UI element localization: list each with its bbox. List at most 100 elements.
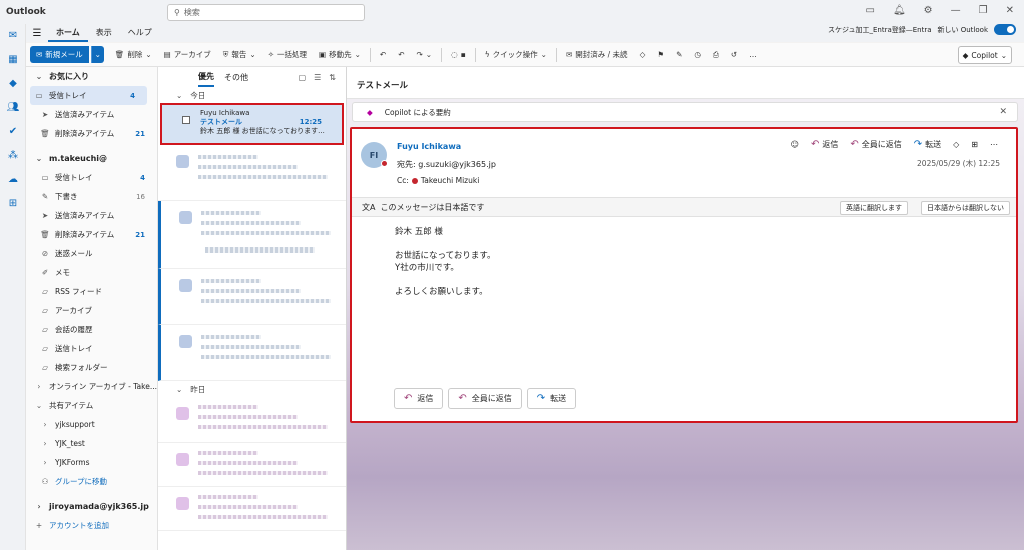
folder-junk[interactable]: ⊘ 迷惑メール	[26, 244, 157, 263]
folder-notes[interactable]: ✐ メモ	[26, 263, 157, 282]
reply-button[interactable]: ↶ 返信	[807, 139, 842, 150]
tab-home[interactable]: ホーム	[48, 24, 88, 42]
bell-icon[interactable]: 🔔︎	[893, 5, 906, 16]
report-button[interactable]: ⛨ 報告 ⌄	[218, 46, 261, 64]
quick-steps-button[interactable]: ϟ クイック操作 ⌄	[480, 46, 552, 64]
tab-help[interactable]: ヘルプ	[120, 24, 160, 42]
shared-header[interactable]: ⌄ 共有アイテム	[26, 396, 157, 415]
emoji-button[interactable]: ☺	[787, 140, 803, 149]
list-item[interactable]	[158, 145, 346, 201]
read-unread-button[interactable]: ✉ 開封済み / 未読	[561, 46, 633, 64]
tab-view[interactable]: 表示	[88, 24, 120, 42]
folder-deleted[interactable]: 🗑︎ 削除済みアイテム 21	[26, 225, 157, 244]
list-item[interactable]	[158, 487, 346, 531]
folder-drafts[interactable]: ✎ 下書き 16	[26, 187, 157, 206]
forward-toolbar-button[interactable]: ↷ ⌄	[411, 46, 437, 64]
reply-toolbar-button[interactable]: ↶	[375, 46, 391, 64]
more-button[interactable]: …	[744, 46, 762, 64]
folder-archive[interactable]: ▱ アーカイブ	[26, 301, 157, 320]
tag-button[interactable]: ◇	[949, 140, 963, 149]
close-icon[interactable]: ✕	[999, 107, 1007, 117]
quick-reply-button[interactable]: ↶ 返信	[394, 388, 444, 409]
new-mail-dropdown[interactable]: ⌄	[90, 46, 104, 63]
delete-button[interactable]: 🗑︎ 削除 ⌄	[110, 46, 157, 64]
list-item[interactable]	[158, 397, 346, 443]
folder-conversation[interactable]: ▱ 会話の履歴	[26, 320, 157, 339]
filter-icon[interactable]: ☰	[314, 73, 321, 82]
apps-icon[interactable]: ⊞	[0, 192, 26, 216]
account2-header[interactable]: › jiroyamada@yjk365.jp	[26, 497, 157, 516]
copilot-summary-bar[interactable]: ◆ Copilot による要約 ✕	[352, 102, 1018, 122]
group-today[interactable]: ⌄ 今日	[158, 87, 346, 103]
copilot-icon[interactable]: ◆	[0, 72, 26, 96]
folder-online-archive[interactable]: › オンライン アーカイブ - Take...	[26, 377, 157, 396]
reply-all-icon: ↶	[398, 50, 405, 59]
menu-icon[interactable]: ☰	[26, 28, 48, 39]
archive-button[interactable]: ▤ アーカイブ	[159, 46, 216, 64]
list-item[interactable]	[158, 201, 346, 269]
group-yesterday[interactable]: ⌄ 昨日	[158, 381, 346, 397]
cc-name[interactable]: Takeuchi Mizuki	[421, 176, 479, 185]
flag-button[interactable]: ⚑	[652, 46, 669, 64]
minimize-icon[interactable]: —	[951, 5, 961, 16]
no-translate-button[interactable]: 日本語からは翻訳しない	[921, 201, 1010, 215]
restore-icon[interactable]: ❐	[979, 5, 988, 16]
sender-name[interactable]: Fuyu Ichikawa	[397, 142, 461, 151]
reply-all-button[interactable]: ↶ 全員に返信	[846, 139, 905, 150]
folder-inbox[interactable]: ▭ 受信トレイ 4	[26, 168, 157, 187]
copilot-button[interactable]: ◆ Copilot ⌄	[957, 46, 1012, 64]
tab-focused[interactable]: 優先	[198, 67, 214, 87]
snooze-button[interactable]: ◷	[689, 46, 706, 64]
tag-button[interactable]: ◇	[635, 46, 651, 64]
pin-button[interactable]: ✎	[671, 46, 687, 64]
broom-icon: ✧	[267, 50, 274, 59]
fav-inbox[interactable]: ▭ 受信トレイ 4	[30, 86, 147, 105]
account-header[interactable]: ⌄ m.takeuchi@	[26, 149, 157, 168]
cc-label: Cc:	[397, 176, 409, 185]
folder-outbox[interactable]: ▱ 送信トレイ	[26, 339, 157, 358]
mail-icon[interactable]: ✉	[0, 24, 26, 48]
reply-all-toolbar-button[interactable]: ↶	[393, 46, 409, 64]
search-input[interactable]: ⚲ 検索	[167, 4, 365, 21]
list-item[interactable]	[158, 325, 346, 381]
shared-item[interactable]: › YJKForms	[26, 453, 157, 472]
chat-button[interactable]: ◌ ▪	[446, 46, 471, 64]
forward-button[interactable]: ↷ 転送	[910, 139, 945, 150]
org-icon[interactable]: ⁂	[0, 144, 26, 168]
new-mail-button[interactable]: ✉ 新規メール	[30, 46, 89, 63]
shared-item[interactable]: › YJK_test	[26, 434, 157, 453]
favorites-header[interactable]: ⌄ お気に入り	[26, 67, 157, 86]
sweep-button[interactable]: ✧ 一括処理	[263, 46, 312, 64]
message-checkbox[interactable]	[182, 116, 190, 124]
print-button[interactable]: ⎙	[708, 46, 724, 64]
selected-message[interactable]: Fuyu Ichikawa テストメール 鈴木 五郎 様 お世話になっております…	[160, 103, 344, 145]
list-item[interactable]	[158, 269, 346, 325]
calendar-icon[interactable]: ▦	[0, 48, 26, 72]
onedrive-icon[interactable]: ☁	[0, 168, 26, 192]
meet-icon[interactable]: ▭	[866, 5, 875, 16]
quick-reply-all-button[interactable]: ↶ 全員に返信	[448, 388, 522, 409]
undo-button[interactable]: ↺	[726, 46, 742, 64]
apps-button[interactable]: ⊞	[967, 140, 982, 149]
todo-icon[interactable]: ✔	[0, 120, 26, 144]
folder-sent[interactable]: ➤ 送信済みアイテム	[26, 206, 157, 225]
settings-icon[interactable]: ⚙	[924, 5, 933, 16]
add-account-link[interactable]: + アカウントを追加	[26, 516, 157, 535]
tab-other[interactable]: その他	[224, 72, 248, 83]
select-icon[interactable]: ▢	[299, 73, 307, 82]
move-button[interactable]: ▣ 移動先 ⌄	[314, 46, 366, 64]
sort-icon[interactable]: ⇅	[329, 73, 336, 82]
go-group-link[interactable]: ⚇ グループに移動	[26, 472, 157, 491]
fav-deleted[interactable]: 🗑︎ 削除済みアイテム 21	[26, 124, 157, 143]
list-item[interactable]	[158, 443, 346, 487]
folder-search[interactable]: ▱ 検索フォルダー	[26, 358, 157, 377]
more-button[interactable]: ⋯	[986, 140, 1002, 149]
quick-forward-button[interactable]: ↷ 転送	[526, 388, 577, 409]
new-outlook-toggle[interactable]	[994, 24, 1016, 35]
translate-english-button[interactable]: 英語に翻訳します	[840, 201, 908, 215]
close-icon[interactable]: ✕	[1006, 5, 1014, 16]
fav-sent[interactable]: ➤ 送信済みアイテム	[26, 105, 157, 124]
shared-item[interactable]: › yjksupport	[26, 415, 157, 434]
people-icon[interactable]: 👥︎	[0, 96, 26, 120]
folder-rss[interactable]: ▱ RSS フィード	[26, 282, 157, 301]
